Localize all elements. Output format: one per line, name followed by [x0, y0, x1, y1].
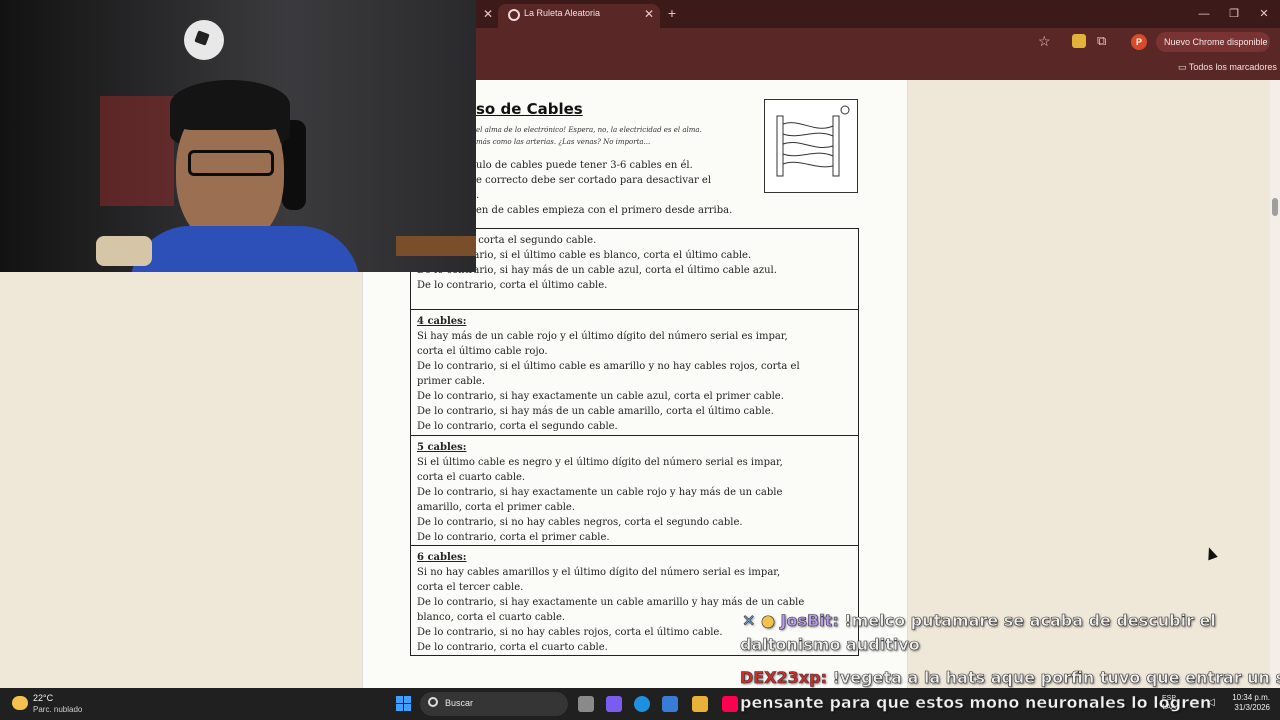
rule-line: De lo contrario, si no hay cables negros… — [417, 517, 743, 528]
rule-line: De lo contrario, si el último cable es b… — [417, 250, 752, 261]
quote-line: más como las arterias. ¿Las venas? No im… — [476, 138, 651, 146]
rules-section-3-cables: ables rojos, corta el segundo cable. De … — [411, 229, 858, 310]
rule-line: De lo contrario, corta el último cable. — [417, 280, 608, 291]
soccer-ball — [184, 20, 224, 60]
glasses — [188, 150, 274, 176]
rule-line: corta el cuarto cable. — [417, 472, 526, 483]
rules-table: ables rojos, corta el segundo cable. De … — [410, 228, 859, 656]
chat-message: ✕ ● JosBit: !melco putamare se acaba de … — [742, 611, 1216, 631]
all-bookmarks-folder[interactable]: ▭ Todos los marcadores — [1178, 62, 1277, 73]
pin-icon: ✕ — [742, 611, 756, 631]
document-intro: ulo de cables puede tener 3-6 cables en … — [476, 158, 732, 218]
section-label: 6 cables: — [417, 552, 467, 563]
rule-line: De lo contrario, si hay exactamente un c… — [417, 597, 805, 608]
rule-line: primer cable. — [417, 376, 485, 387]
update-chrome-button[interactable]: Nuevo Chrome disponible — [1156, 32, 1270, 52]
file-explorer-icon[interactable] — [692, 696, 708, 712]
rule-line: amarillo, corta el primer cable. — [417, 502, 576, 513]
tiktok-icon[interactable] — [722, 696, 738, 712]
rule-line: De lo contrario, si hay más de un cable … — [417, 265, 777, 276]
intro-line: en de cables empieza con el primero desd… — [476, 205, 733, 216]
microphone — [96, 236, 152, 266]
windows-taskbar: 22°C Parc. nublado Buscar pensante para … — [0, 688, 1280, 720]
tab-favicon-icon — [508, 9, 520, 21]
chat-message: DEX23xp: !vegeta a la hats aque porfin t… — [740, 668, 1280, 688]
webcam-overlay — [0, 0, 476, 272]
rule-line: De lo contrario, corta el segundo cable. — [417, 421, 618, 432]
rule-line: Si el último cable es negro y el último … — [417, 457, 783, 468]
intro-line: e correcto debe ser cortado para desacti… — [476, 175, 712, 186]
copilot-icon[interactable] — [606, 696, 622, 712]
section-label: 5 cables: — [417, 442, 467, 453]
chat-message-continuation: pensante para que estos mono neuronales … — [740, 693, 1212, 713]
extension-icon[interactable] — [1072, 34, 1086, 48]
rules-section-5-cables: 5 cables: Si el último cable es negro y … — [411, 436, 858, 546]
rule-line: Si hay más de un cable rojo y el último … — [417, 331, 788, 342]
chat-message-continuation: daltonismo auditivo — [740, 635, 920, 655]
chat-text: !vegeta a la hats aque porfin tuvo que e… — [832, 668, 1280, 688]
taskbar-search[interactable]: Buscar — [420, 692, 568, 716]
rule-line: De lo contrario, si hay exactamente un c… — [417, 487, 783, 498]
clock-time: 10:34 p.m. — [1232, 693, 1270, 702]
intro-line: . — [476, 190, 480, 201]
page-scrollbar[interactable] — [1270, 80, 1280, 688]
tab-close-icon[interactable]: ✕ — [644, 7, 654, 21]
volume-icon[interactable]: ◁ — [1207, 697, 1219, 709]
clock-date: 31/3/2026 — [1234, 703, 1270, 712]
streamer-hair-top — [170, 80, 290, 130]
close-window-icon[interactable]: ✕ — [1252, 6, 1276, 22]
streamer-shirt — [130, 226, 360, 272]
weather-cloud-sun-icon[interactable] — [12, 696, 28, 710]
system-clock[interactable]: 10:34 p.m. 31/3/2026 — [1226, 693, 1270, 713]
rule-line: De lo contrario, si hay exactamente un c… — [417, 391, 784, 402]
rules-section-4-cables: 4 cables: Si hay más de un cable rojo y … — [411, 310, 858, 436]
tab-la-ruleta[interactable]: La Ruleta Aleatoria ✕ — [498, 4, 660, 28]
task-view-icon[interactable] — [578, 696, 594, 712]
weather-temperature[interactable]: 22°C — [33, 693, 53, 703]
input-language[interactable]: ESP LAA — [1162, 694, 1176, 712]
rule-line: De lo contrario, si el último cable es a… — [417, 361, 800, 372]
network-icon[interactable]: ▭ — [1190, 697, 1202, 709]
minimize-icon[interactable]: — — [1192, 6, 1216, 22]
folder-icon: ▭ — [1178, 62, 1189, 72]
quote-line: el alma de lo electrónico! Espera, no, l… — [476, 126, 702, 134]
close-icon[interactable]: ✕ — [480, 6, 496, 22]
tab-title: La Ruleta Aleatoria — [524, 8, 601, 18]
restore-icon[interactable]: ❐ — [1222, 6, 1246, 22]
desk-edge — [396, 236, 476, 256]
edge-icon[interactable] — [634, 696, 650, 712]
search-label: Buscar — [445, 698, 474, 708]
chat-username: JosBit: — [780, 611, 839, 631]
profile-avatar[interactable]: P — [1131, 34, 1147, 50]
new-tab-icon[interactable]: + — [664, 5, 680, 21]
document-title: so de Cables — [476, 100, 583, 118]
start-windows-icon[interactable] — [396, 696, 412, 712]
extensions-puzzle-icon[interactable]: ⧉ — [1097, 33, 1106, 49]
badge-icon: ● — [760, 611, 776, 631]
rule-line: Si no hay cables amarillos y el último d… — [417, 567, 781, 578]
webcam-hanging-clothes — [100, 96, 174, 206]
rule-line: corta el último cable rojo. — [417, 346, 548, 357]
section-label: 4 cables: — [417, 316, 467, 327]
wires-diagram — [764, 99, 858, 193]
bookmarks-folder-label: Todos los marcadores — [1188, 62, 1277, 72]
wires-diagram-icon — [776, 105, 850, 177]
chat-username: DEX23xp: — [740, 668, 828, 688]
language-region: LAA — [1162, 704, 1176, 711]
language-code: ESP — [1162, 695, 1177, 702]
bookmark-star-icon[interactable]: ☆ — [1038, 33, 1051, 50]
document-quote: el alma de lo electrónico! Espera, no, l… — [476, 124, 702, 148]
rule-line: corta el tercer cable. — [417, 582, 524, 593]
rule-line: De lo contrario, corta el primer cable. — [417, 532, 610, 543]
store-icon[interactable] — [662, 696, 678, 712]
intro-line: ulo de cables puede tener 3-6 cables en … — [476, 160, 693, 171]
chat-text: !melco putamare se acaba de descubir el — [844, 611, 1216, 631]
search-icon — [428, 697, 438, 707]
scrollbar-thumb[interactable] — [1272, 198, 1278, 216]
rule-line: De lo contrario, si hay más de un cable … — [417, 406, 774, 417]
rule-line: ables rojos, corta el segundo cable. — [417, 235, 597, 246]
weather-description[interactable]: Parc. nublado — [33, 705, 82, 714]
